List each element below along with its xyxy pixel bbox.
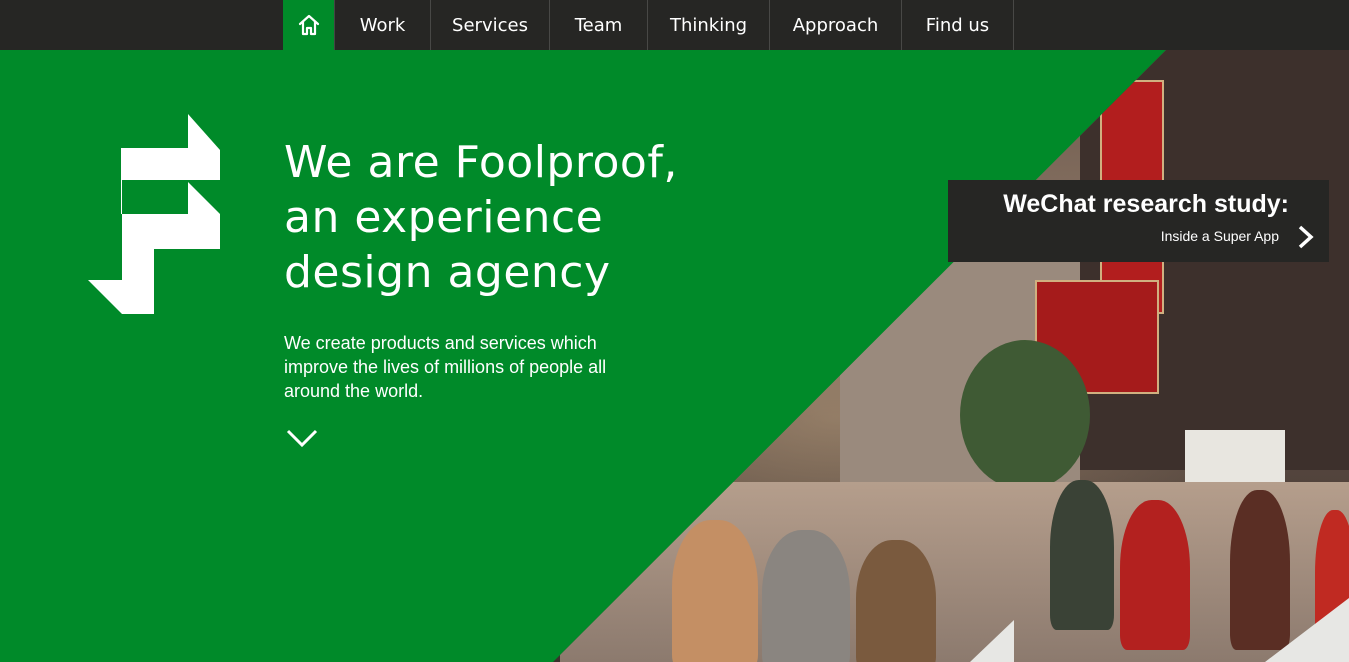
chevron-right-icon (1298, 225, 1314, 249)
nav-item-approach[interactable]: Approach (770, 0, 902, 50)
nav-item-services[interactable]: Services (431, 0, 550, 50)
foolproof-logo[interactable] (88, 114, 222, 318)
hero-intro-text: We create products and services which im… (284, 333, 607, 401)
top-navigation: Work Services Team Thinking Approach Fin… (0, 0, 1349, 50)
hero-headline-line-2: an experience (284, 192, 604, 243)
hero-headline-line-3: design agency (284, 247, 611, 298)
wechat-study-promo-card[interactable]: WeChat research study: Inside a Super Ap… (948, 180, 1329, 262)
page: Work Services Team Thinking Approach Fin… (0, 0, 1349, 662)
home-icon (298, 14, 319, 36)
promo-title: WeChat research study: (1003, 190, 1289, 218)
chevron-down-icon (286, 429, 318, 448)
hero-headline: We are Foolproof, an experience design a… (284, 135, 678, 300)
nav-home-button[interactable] (283, 0, 335, 50)
nav-item-thinking[interactable]: Thinking (648, 0, 770, 50)
foolproof-f-logo-icon (88, 114, 220, 314)
nav-item-find-us[interactable]: Find us (902, 0, 1014, 50)
nav-item-work[interactable]: Work (335, 0, 431, 50)
nav-item-team[interactable]: Team (550, 0, 648, 50)
hero-headline-line-1: We are Foolproof, (284, 137, 678, 188)
nav-menu: Work Services Team Thinking Approach Fin… (283, 0, 1014, 50)
scroll-down-button[interactable] (286, 428, 318, 452)
promo-subtitle: Inside a Super App (1160, 228, 1279, 244)
